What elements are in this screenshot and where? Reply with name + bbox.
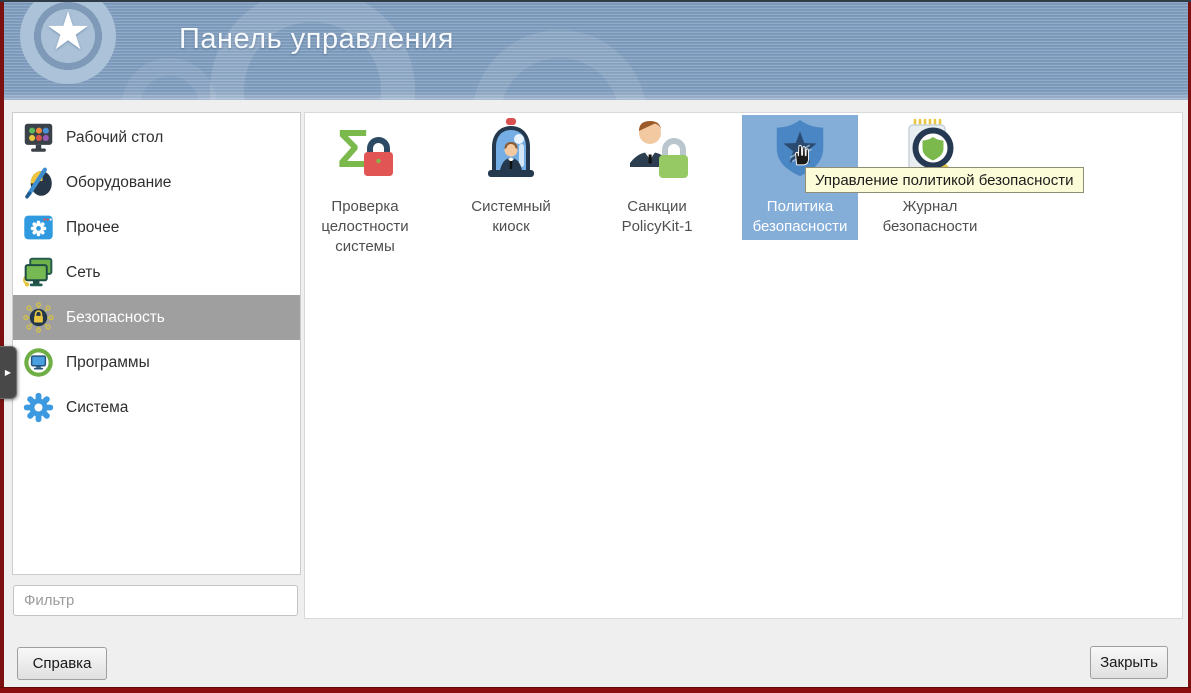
window-border-bottom [0, 687, 1191, 693]
sidebar-item-system[interactable]: Система [13, 385, 300, 430]
integrity-check-icon: Σ [333, 117, 397, 181]
module-policykit-sanctions[interactable]: Санкции PolicyKit-1 [599, 115, 715, 237]
sidebar-item-desktop[interactable]: Рабочий стол [13, 115, 300, 160]
sidebar-item-label: Оборудование [66, 174, 171, 192]
sidebar-item-label: Прочее [66, 219, 119, 237]
module-system-kiosk[interactable]: Системный киоск [453, 115, 569, 237]
filter-input[interactable] [13, 585, 298, 616]
category-list: Рабочий стол Оборудование Прочее Сеть Бе… [12, 112, 301, 575]
sidebar-item-label: Программы [66, 354, 150, 372]
sidebar-item-security[interactable]: Безопасность [13, 295, 300, 340]
sidebar-item-misc[interactable]: Прочее [13, 205, 300, 250]
system-icon [22, 391, 55, 424]
module-label: Санкции PolicyKit-1 [599, 197, 715, 237]
sidebar-item-label: Сеть [66, 264, 100, 282]
drawer-handle[interactable]: ▶ [0, 346, 17, 399]
gear-decoration-icon [122, 58, 217, 100]
sidebar-item-hardware[interactable]: Оборудование [13, 160, 300, 205]
help-button[interactable]: Справка [17, 647, 107, 680]
module-label: Журнал безопасности [872, 197, 988, 237]
window-header: ★ Панель управления [4, 2, 1188, 100]
programs-icon [22, 346, 55, 379]
sidebar-item-label: Рабочий стол [66, 129, 163, 147]
hand-cursor-icon [788, 141, 814, 172]
security-icon [22, 301, 55, 334]
policykit-sanctions-icon [625, 117, 689, 181]
sidebar-item-label: Система [66, 399, 128, 417]
module-label: Политика безопасности [742, 197, 858, 237]
system-kiosk-icon [479, 117, 543, 181]
window-border-top [0, 0, 1191, 2]
control-panel-window: ★ Панель управления Рабочий стол Оборудо… [0, 0, 1191, 693]
network-icon [22, 256, 55, 289]
desktop-icon [22, 121, 55, 154]
sidebar-item-programs[interactable]: Программы [13, 340, 300, 385]
module-integrity-check[interactable]: Σ Проверка целостности системы [307, 115, 423, 257]
gear-decoration-icon [472, 30, 647, 100]
hardware-icon [22, 166, 55, 199]
tooltip: Управление политикой безопасности [805, 167, 1084, 193]
sidebar-item-network[interactable]: Сеть [13, 250, 300, 295]
window-title: Панель управления [179, 23, 454, 56]
sidebar-item-label: Безопасность [66, 309, 165, 327]
module-label: Системный киоск [453, 197, 569, 237]
misc-icon [22, 211, 55, 244]
star-logo-icon: ★ [20, 2, 116, 84]
module-label: Проверка целостности системы [307, 197, 423, 257]
expand-arrow-icon: ▶ [5, 369, 11, 377]
close-button[interactable]: Закрыть [1090, 646, 1168, 679]
